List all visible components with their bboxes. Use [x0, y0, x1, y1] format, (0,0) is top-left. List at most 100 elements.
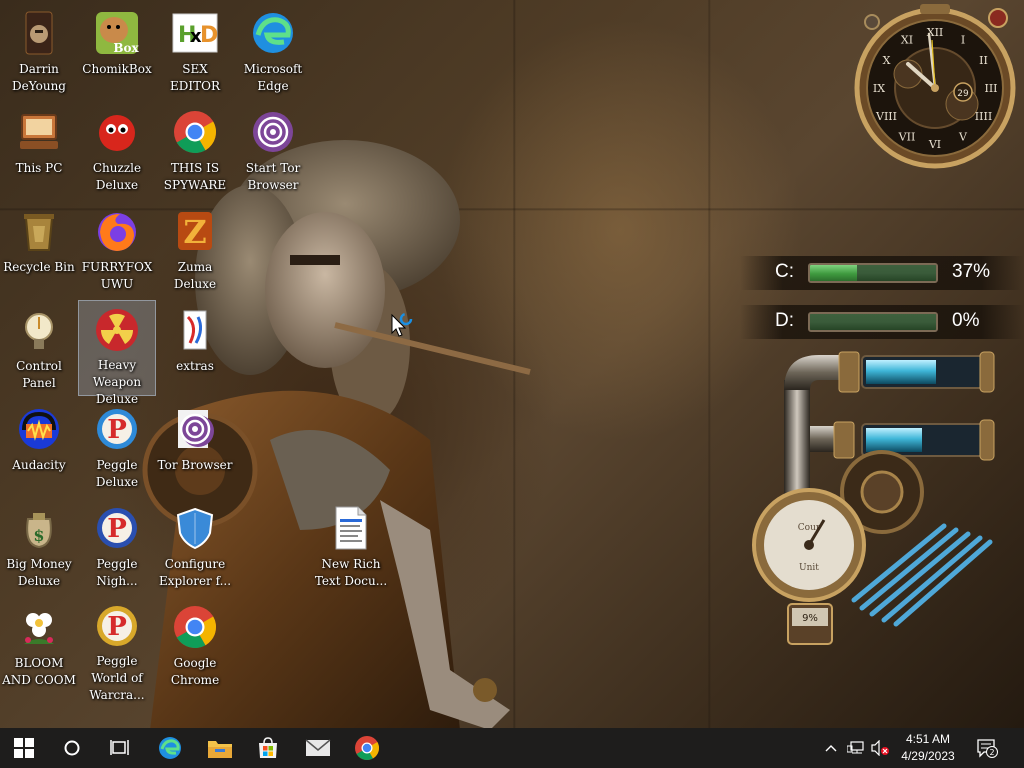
desktop-icon-label: Zuma Deluxe	[173, 260, 217, 291]
peggle-icon: P	[93, 405, 141, 453]
desktop-icon-label: Darrin DeYoung	[12, 62, 66, 93]
edge-taskbar-button[interactable]	[146, 728, 194, 768]
mail-taskbar-button[interactable]	[294, 728, 342, 768]
desktop-icon-this-is-spyware[interactable]: THIS IS SPYWARE	[156, 102, 234, 198]
steampunk-clock-widget[interactable]: XIIIIIIIIIIIIVVIVIIVIIIIXXXI 29	[850, 4, 1020, 172]
taskbar-date: 4/29/2023	[901, 749, 955, 763]
this-pc-icon	[15, 108, 63, 156]
bloom-icon	[24, 613, 54, 644]
desktop-icon-peggle-world-of-warcra[interactable]: P Peggle World of Warcra...	[78, 597, 156, 702]
recycle-bin-icon	[24, 214, 54, 251]
desktop-icon-new-rich-text-docu[interactable]: New Rich Text Docu...	[312, 498, 390, 594]
taskbar-time: 4:51 AM	[905, 732, 951, 746]
task-view-icon	[110, 740, 129, 755]
control-panel-icon	[15, 306, 63, 354]
desktop-icon-control-panel[interactable]: Control Panel	[0, 300, 78, 396]
zuma-icon: Z	[171, 207, 219, 255]
chrome-icon	[174, 111, 217, 154]
clock-numeral: II	[979, 54, 988, 67]
audacity-icon	[19, 409, 59, 449]
clock-numeral: VII	[898, 131, 916, 144]
chrome-icon	[355, 736, 380, 761]
show-hidden-icons-button[interactable]	[820, 728, 842, 768]
peggle-wow-icon: P	[93, 603, 141, 649]
desktop-icon-microsoft-edge[interactable]: Microsoft Edge	[234, 3, 312, 99]
svg-text:$: $	[33, 526, 44, 545]
chuzzle-icon	[99, 115, 135, 151]
clock-numeral: VI	[928, 138, 941, 151]
file-explorer-taskbar-button[interactable]	[196, 728, 244, 768]
drive-d-label: D:	[775, 310, 794, 331]
action-center-button[interactable]: 2	[972, 728, 1002, 768]
search-button[interactable]	[48, 728, 96, 768]
drive-d-meter: D: 0%	[740, 305, 1024, 339]
network-tray-button[interactable]	[844, 728, 868, 768]
tor-browser-icon	[171, 405, 219, 453]
desktop-icon-audacity[interactable]: Audacity	[0, 399, 78, 495]
clock-numeral: V	[958, 131, 968, 144]
desktop-icon-chomikbox[interactable]: Box ChomikBox	[78, 3, 156, 99]
clock-numeral: I	[961, 34, 965, 47]
desktop-icon-heavy-weapon-deluxe[interactable]: Heavy Weapon Deluxe	[78, 300, 156, 406]
drive-d-percent: 0%	[952, 310, 980, 331]
desktop-icon-furryfox-uwu[interactable]: FURRYFOX UWU	[78, 201, 156, 297]
desktop-icon-label: extras	[176, 359, 214, 373]
desktop-icon-label: SEX EDITOR	[170, 62, 220, 93]
desktop-icon-zuma-deluxe[interactable]: Z Zuma Deluxe	[156, 201, 234, 297]
desktop-icon-extras[interactable]: extras	[156, 300, 234, 396]
taskbar-clock[interactable]: 4:51 AM 4/29/2023	[893, 731, 963, 765]
desktop-icon-tor-browser[interactable]: Tor Browser	[156, 399, 234, 495]
clock-numeral: XI	[901, 34, 913, 47]
store-taskbar-button[interactable]	[244, 728, 292, 768]
desktop-icon-label: Configure Explorer f...	[158, 557, 232, 588]
cortana-circle-icon	[64, 740, 80, 756]
svg-text:P: P	[107, 514, 127, 544]
drive-c-meter: C: 37%	[740, 256, 1024, 290]
desktop-icon-label: New Rich Text Docu...	[314, 557, 388, 588]
control-panel-icon	[25, 313, 53, 349]
desktop-icon-label: ChomikBox	[82, 62, 152, 76]
desktop-icon-label: Audacity	[12, 458, 66, 472]
desktop-icon-label: Start Tor Browser	[245, 161, 301, 192]
desktop-icon-configure-explorer-f[interactable]: Configure Explorer f...	[156, 498, 234, 594]
desktop-icon-peggle-nigh[interactable]: P Peggle Nigh...	[78, 498, 156, 594]
bloom-icon	[15, 603, 63, 651]
desktop-icon-label: This PC	[15, 161, 63, 175]
desktop-icon-label: Peggle World of Warcra...	[89, 654, 145, 702]
desktop-icon-this-pc[interactable]: This PC	[0, 102, 78, 198]
desktop-icon-start-tor-browser[interactable]: Start Tor Browser	[234, 102, 312, 198]
chrome-icon	[174, 606, 217, 649]
svg-text:Box: Box	[113, 41, 139, 55]
desktop-icon-label: Control Panel	[16, 359, 62, 390]
desktop-icon-label: Big Money Deluxe	[6, 557, 72, 588]
store-icon	[259, 737, 277, 758]
notification-icon: 2	[977, 739, 998, 758]
desktop-icon-label: THIS IS SPYWARE	[163, 161, 227, 192]
chrome-taskbar-button[interactable]	[343, 728, 391, 768]
desktop-icon-google-chrome[interactable]: Google Chrome	[156, 597, 234, 693]
desktop-icon-chuzzle-deluxe[interactable]: Chuzzle Deluxe	[78, 102, 156, 198]
chomikbox-icon: Box	[93, 9, 141, 57]
drive-c-bar	[808, 263, 938, 283]
desktop-icon-sex-editor[interactable]: Hx D SEX EDITOR	[156, 3, 234, 99]
desktop-icon-darrin-deyoung[interactable]: Darrin DeYoung	[0, 3, 78, 99]
desktop-icon-recycle-bin[interactable]: Recycle Bin	[0, 201, 78, 297]
extras-icon	[183, 310, 207, 350]
steampunk-system-meter-widget: Cour Unit 9%	[752, 351, 995, 645]
clock-numeral: X	[883, 54, 891, 67]
desktop-icon-big-money-deluxe[interactable]: $ Big Money Deluxe	[0, 498, 78, 594]
desktop-icon-label: FURRYFOX UWU	[81, 260, 153, 291]
svg-text:P: P	[107, 612, 127, 642]
clock-numeral: IIII	[975, 110, 992, 123]
this-pc-icon	[20, 114, 58, 149]
start-button[interactable]	[0, 728, 48, 768]
desktop-icon-peggle-deluxe[interactable]: P Peggle Deluxe	[78, 399, 156, 495]
drive-c-label: C:	[775, 261, 794, 282]
big-money-icon: $	[15, 504, 63, 552]
volume-tray-button[interactable]	[868, 728, 892, 768]
task-view-button[interactable]	[96, 728, 144, 768]
hxd-editor-icon: HxD	[171, 9, 219, 57]
notification-count: 2	[989, 748, 994, 757]
desktop-icon-bloom-and-coom[interactable]: BLOOM AND COOM	[0, 597, 78, 693]
big-money-icon: $	[26, 513, 52, 549]
